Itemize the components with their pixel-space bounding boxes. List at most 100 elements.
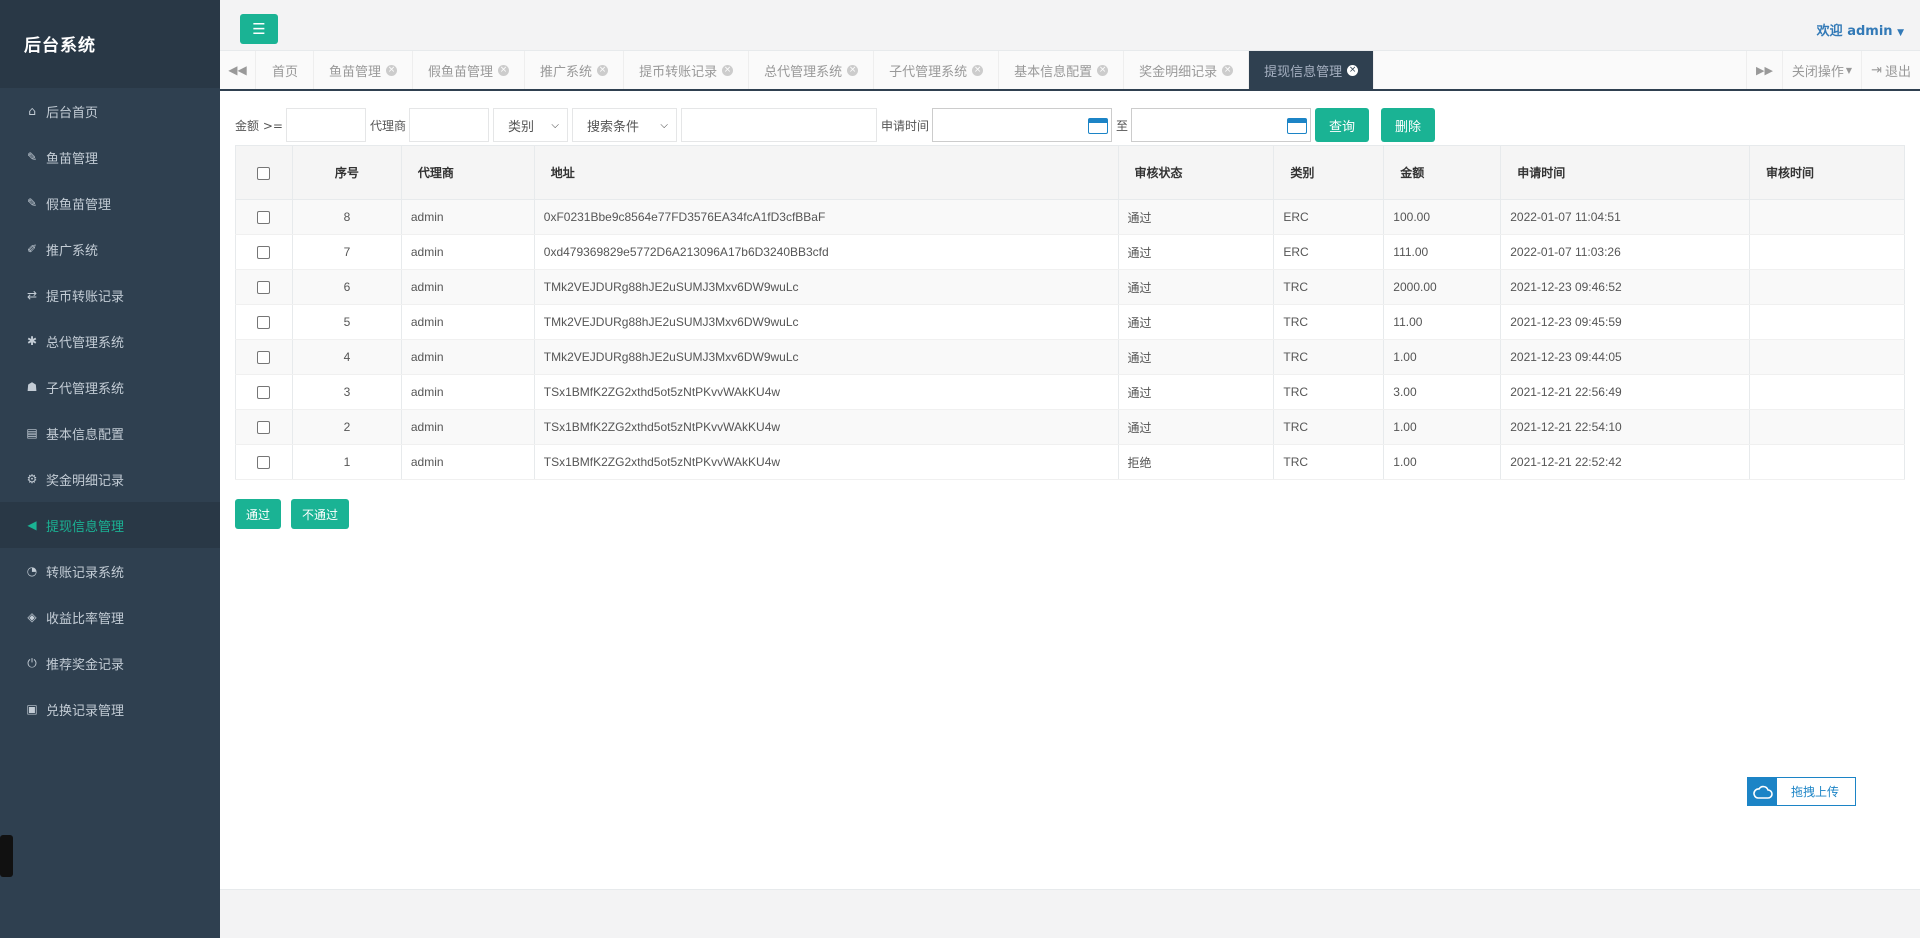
close-icon[interactable]: ×	[498, 64, 510, 76]
logout-label: 退出	[1884, 64, 1911, 80]
end-date-input[interactable]	[1130, 108, 1311, 142]
column-header[interactable]: 代理商	[400, 145, 535, 200]
table-row[interactable]: 2 admin TSx1BMfK2ZG2xthd5ot5zNtPKvvWAkKU4w…	[235, 409, 1905, 445]
agent-input[interactable]	[408, 108, 489, 142]
table-cell-id: 1	[291, 444, 402, 480]
table-row[interactable]: 1 admin TSx1BMfK2ZG2xthd5ot5zNtPKvvWAkKU4w…	[235, 444, 1905, 480]
column-header[interactable]: 类别	[1273, 145, 1385, 200]
sidebar-item[interactable]: ☗ 子代管理系统	[0, 364, 220, 410]
sidebar-item[interactable]: ▣ 兑换记录管理	[0, 686, 220, 732]
page-tab[interactable]: 鱼苗管理 ×	[314, 51, 414, 89]
page-tab[interactable]: 首页	[257, 51, 315, 89]
row-checkbox[interactable]	[257, 211, 271, 225]
sidebar-item[interactable]: ⇄ 提币转账记录	[0, 272, 220, 318]
table-cell-status: 通过	[1117, 199, 1275, 235]
table-cell-address: TSx1BMfK2ZG2xthd5ot5zNtPKvvWAkKU4w	[533, 444, 1119, 480]
table-row[interactable]: 6 admin TMk2VEJDURg88hJE2uSUMJ3Mxv6DW9wuLc…	[235, 269, 1905, 305]
user-menu[interactable]: 欢迎 admin ▼	[1817, 20, 1904, 39]
sidebar-item[interactable]: ⌂ 后台首页	[0, 88, 220, 134]
row-checkbox[interactable]	[257, 316, 271, 330]
row-checkbox[interactable]	[257, 421, 271, 435]
select-all-checkbox[interactable]	[257, 166, 271, 180]
close-operations-dropdown[interactable]: 关闭操作 ▼	[1781, 51, 1861, 89]
table-cell-apply-time: 2022-01-07 11:03:26	[1500, 234, 1751, 270]
apply-time-label: 申请时间	[880, 118, 929, 133]
reject-button[interactable]: 不通过	[291, 499, 349, 529]
search-condition-value: 搜索条件	[586, 119, 639, 135]
page-tab[interactable]: 总代管理系统 ×	[749, 51, 875, 89]
page-tab[interactable]: 提现信息管理 ×	[1249, 51, 1375, 89]
close-icon[interactable]: ×	[972, 64, 984, 76]
close-icon[interactable]: ×	[847, 64, 859, 76]
sidebar-item-label: 转账记录系统	[46, 565, 125, 581]
close-icon[interactable]: ×	[386, 64, 398, 76]
page-tab[interactable]: 提币转账记录 ×	[624, 51, 750, 89]
column-header[interactable]: 序号	[291, 145, 402, 200]
drag-upload-widget[interactable]: 拖拽上传	[1747, 777, 1856, 806]
start-date-input[interactable]	[931, 108, 1112, 142]
row-checkbox[interactable]	[257, 351, 271, 365]
amount-input[interactable]	[285, 108, 366, 142]
sidebar-item[interactable]: ◈ 收益比率管理	[0, 594, 220, 640]
column-header[interactable]: 审核状态	[1117, 145, 1275, 200]
category-select[interactable]: 类别 ⌵	[492, 108, 568, 142]
tabs-scroll-right-button[interactable]: ▶▶	[1745, 51, 1782, 89]
chevron-down-icon: ⌵	[660, 119, 668, 131]
calendar-icon[interactable]	[1286, 118, 1307, 134]
table-cell-address: 0xd479369829e5772D6A213096A17b6D3240BB3c…	[533, 234, 1119, 270]
page-tab-label: 提币转账记录	[639, 64, 718, 80]
shield-icon: ◈	[27, 610, 37, 624]
table-cell-apply-time: 2021-12-21 22:52:42	[1500, 444, 1751, 480]
close-icon[interactable]: ×	[1222, 64, 1234, 76]
keyword-input[interactable]	[680, 108, 877, 142]
sidebar-item[interactable]: ✐ 推广系统	[0, 226, 220, 272]
sidebar-item[interactable]: ⏻ 推荐奖金记录	[0, 640, 220, 686]
page-tab[interactable]: 子代管理系统 ×	[874, 51, 1000, 89]
calendar-icon[interactable]	[1087, 118, 1108, 134]
logout-button[interactable]: ⇥ 退出	[1861, 51, 1920, 89]
close-icon[interactable]: ×	[722, 64, 734, 76]
menu-toggle-button[interactable]: ☰	[240, 14, 278, 44]
page-tab[interactable]: 推广系统 ×	[525, 51, 625, 89]
table-cell-agent: admin	[400, 269, 535, 305]
row-checkbox[interactable]	[257, 281, 271, 295]
sidebar-item[interactable]: ✎ 假鱼苗管理	[0, 180, 220, 226]
sidebar-item[interactable]: ⚙ 奖金明细记录	[0, 456, 220, 502]
column-header[interactable]: 审核时间	[1749, 145, 1905, 200]
close-icon[interactable]: ×	[1097, 64, 1109, 76]
side-dock-handle[interactable]	[0, 835, 13, 877]
table-row[interactable]: 5 admin TMk2VEJDURg88hJE2uSUMJ3Mxv6DW9wuLc…	[235, 304, 1905, 340]
column-header[interactable]: 申请时间	[1500, 145, 1751, 200]
search-condition-select[interactable]: 搜索条件 ⌵	[571, 108, 677, 142]
close-ops-label: 关闭操作	[1791, 64, 1844, 80]
page-tab[interactable]: 基本信息配置 ×	[999, 51, 1125, 89]
query-button[interactable]: 查询	[1314, 108, 1369, 142]
table-row[interactable]: 3 admin TSx1BMfK2ZG2xthd5ot5zNtPKvvWAkKU4w…	[235, 374, 1905, 410]
approve-button[interactable]: 通过	[235, 499, 281, 529]
column-header[interactable]: 地址	[533, 145, 1119, 200]
row-checkbox[interactable]	[257, 386, 271, 400]
sidebar-item[interactable]: ◀ 提现信息管理	[0, 502, 220, 548]
close-icon[interactable]: ×	[597, 64, 609, 76]
sidebar-item[interactable]: ✱ 总代管理系统	[0, 318, 220, 364]
delete-button[interactable]: 删除	[1380, 108, 1435, 142]
sidebar-item[interactable]: ▤ 基本信息配置	[0, 410, 220, 456]
page-tab[interactable]: 奖金明细记录 ×	[1124, 51, 1250, 89]
sidebar-item[interactable]: ✎ 鱼苗管理	[0, 134, 220, 180]
row-checkbox[interactable]	[257, 456, 271, 470]
table-row[interactable]: 7 admin 0xd479369829e5772D6A213096A17b6D32…	[235, 234, 1905, 270]
column-header[interactable]: 金额	[1383, 145, 1502, 200]
page-tab[interactable]: 假鱼苗管理 ×	[413, 51, 526, 89]
forward-icon: ▶▶	[1755, 63, 1773, 77]
tabs-scroll-left-button[interactable]: ◀◀	[220, 51, 256, 89]
row-checkbox[interactable]	[257, 246, 271, 260]
table-row[interactable]: 4 admin TMk2VEJDURg88hJE2uSUMJ3Mxv6DW9wuLc…	[235, 339, 1905, 375]
table-cell-status: 通过	[1117, 304, 1275, 340]
sidebar-item-label: 兑换记录管理	[46, 703, 125, 719]
close-icon[interactable]: ×	[1347, 64, 1359, 76]
table-cell-id: 4	[291, 339, 402, 375]
sidebar-nav: ⌂ 后台首页 ✎ 鱼苗管理 ✎ 假鱼苗管理 ✐ 推广系统 ⇄ 提币转账记录 ✱ 总代管理系统 ☗ 子代管理…	[0, 88, 220, 732]
cogs-icon: ⚙	[26, 472, 38, 486]
sidebar-item[interactable]: ◔ 转账记录系统	[0, 548, 220, 594]
table-row[interactable]: 8 admin 0xF0231Bbe9c8564e77FD3576EA34fcA1f…	[235, 199, 1905, 235]
